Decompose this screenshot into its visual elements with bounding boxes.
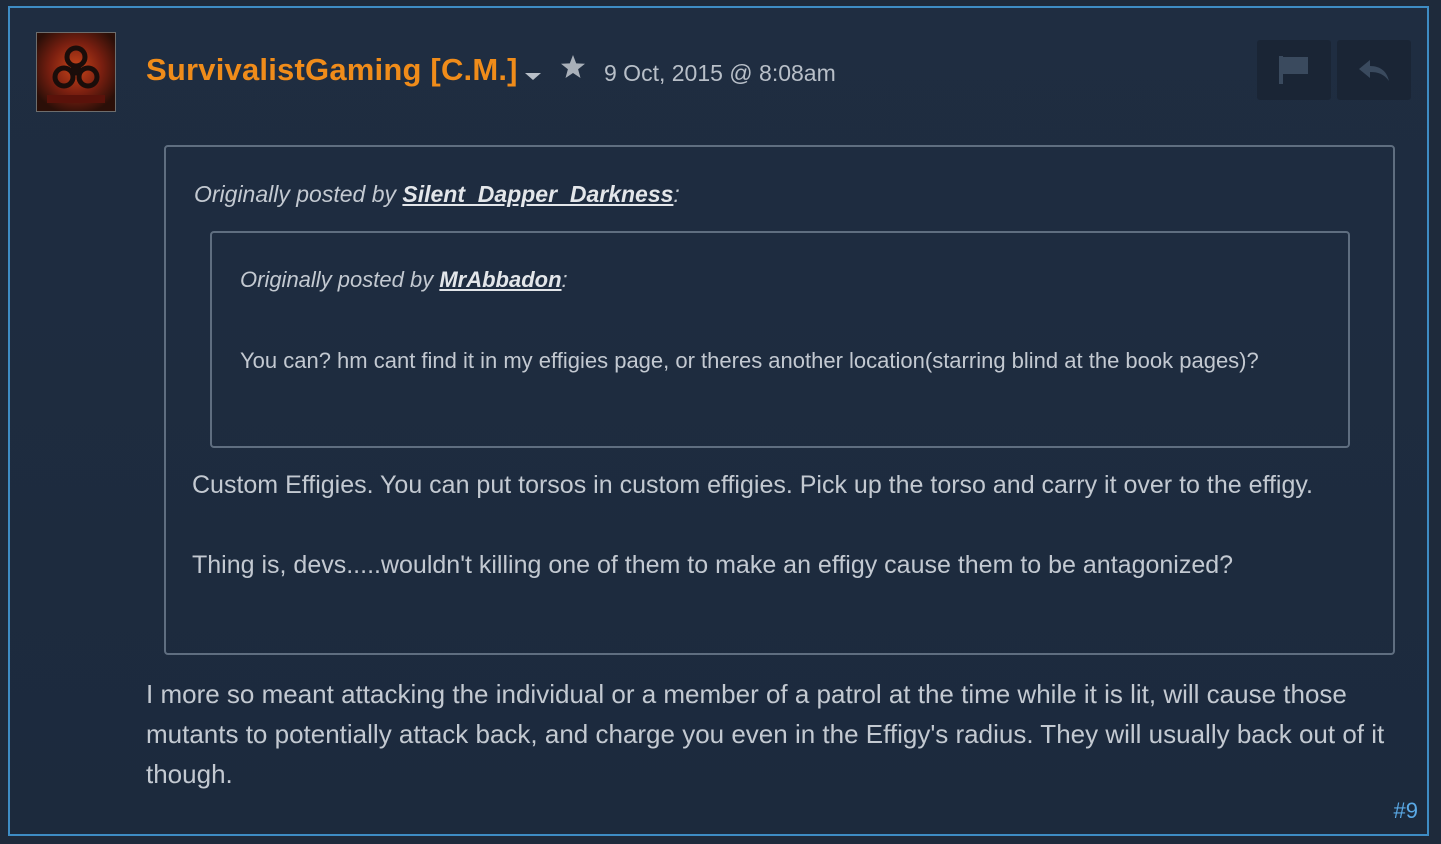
chevron-down-icon[interactable] (522, 68, 544, 84)
biohazard-avatar-icon (37, 33, 115, 111)
inner-quote-block: Originally posted by MrAbbadon: You can?… (210, 231, 1350, 448)
star-icon (561, 55, 585, 78)
reply-icon (1359, 60, 1389, 81)
outer-quote-paragraph: Thing is, devs.....wouldn't killing one … (192, 551, 1234, 579)
post-body: I more so meant attacking the individual… (146, 679, 1385, 789)
quote-reply-button[interactable] (1337, 40, 1411, 100)
post-timestamp: 9 Oct, 2015 @ 8:08am (604, 60, 836, 86)
report-button[interactable] (1257, 40, 1331, 100)
avatar[interactable] (36, 32, 116, 112)
outer-quote-paragraph: Custom Effigies. You can put torsos in c… (192, 471, 1313, 499)
forum-post: SurvivalistGaming [C.M.] 9 Oct, 2015 @ 8… (8, 6, 1429, 836)
author-name[interactable]: SurvivalistGaming [C.M.] (146, 52, 518, 88)
outer-quote-block: Originally posted by Silent_Dapper_Darkn… (164, 145, 1395, 655)
quote-prefix: Originally posted by (240, 267, 440, 292)
quote-prefix: Originally posted by (194, 181, 403, 207)
outer-quote-body: Custom Effigies. You can put torsos in c… (192, 465, 1352, 625)
quote-suffix: : (561, 267, 568, 292)
quoted-author-link[interactable]: MrAbbadon (439, 267, 561, 292)
inner-quote-header: Originally posted by MrAbbadon: (240, 267, 568, 293)
quote-suffix: : (673, 181, 680, 207)
inner-quote-text: You can? hm cant find it in my effigies … (240, 348, 1259, 373)
post-number-link[interactable]: #9 (1394, 798, 1418, 824)
quoted-author-link[interactable]: Silent_Dapper_Darkness (402, 181, 673, 207)
flag-icon (1279, 56, 1308, 84)
outer-quote-header: Originally posted by Silent_Dapper_Darkn… (194, 181, 680, 208)
